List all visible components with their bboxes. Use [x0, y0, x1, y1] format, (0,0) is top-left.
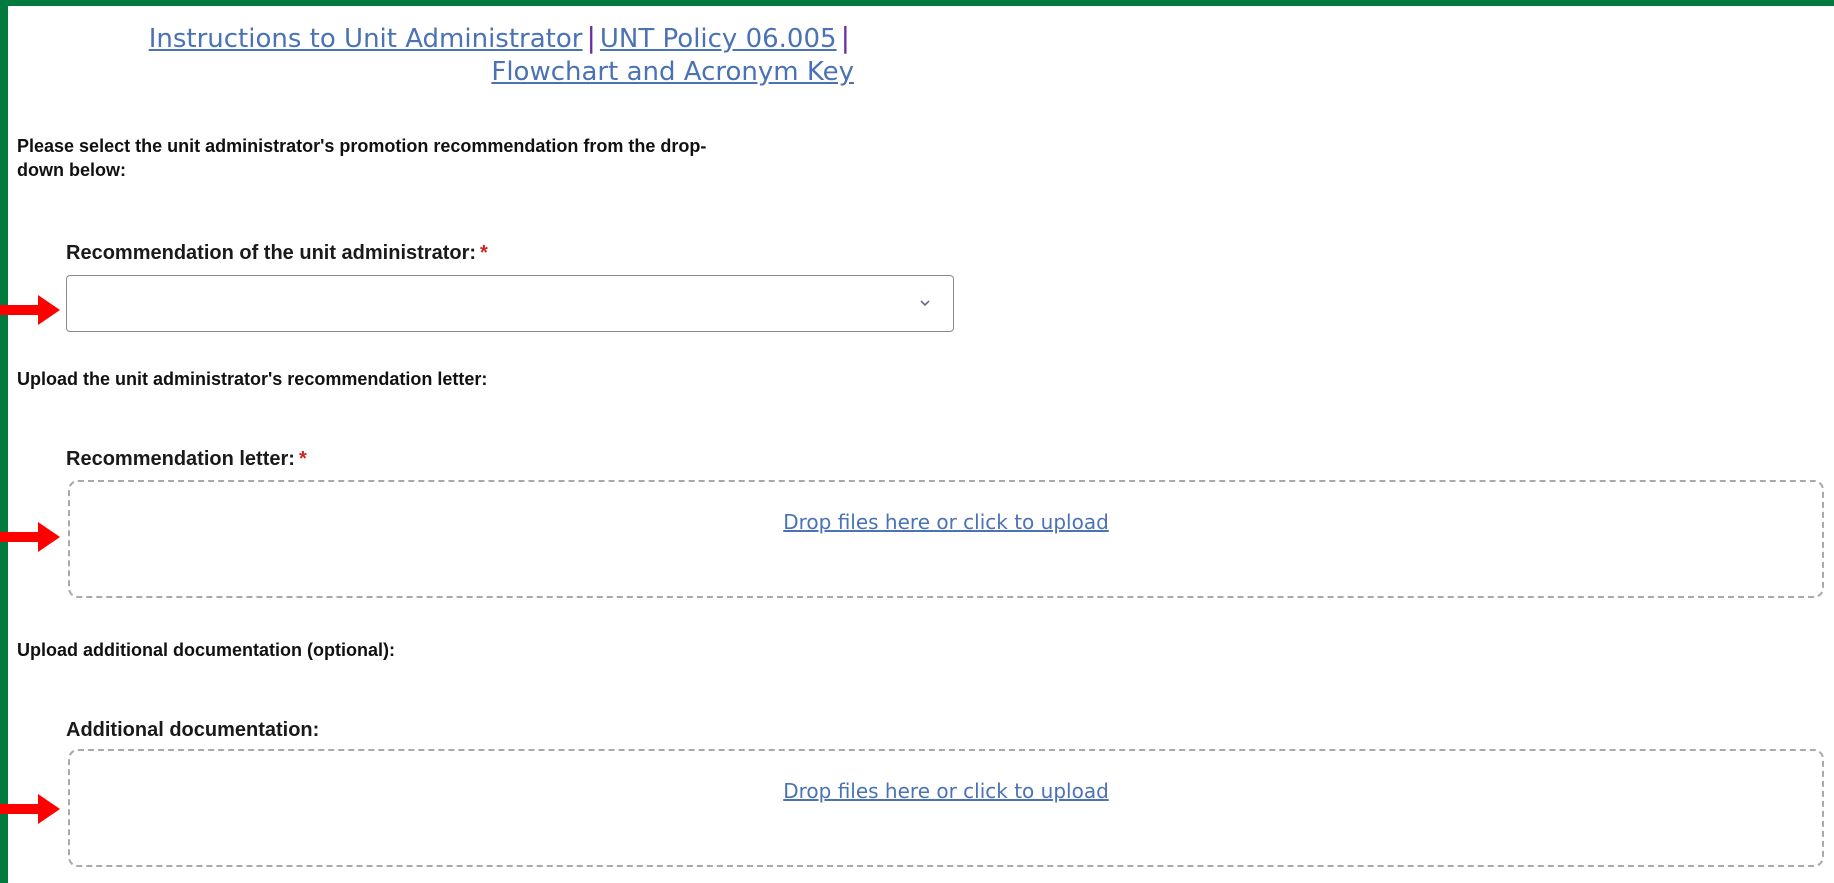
- additional-upload-link[interactable]: Drop files here or click to upload: [70, 779, 1822, 803]
- letter-label: Recommendation letter: *: [66, 448, 307, 471]
- link-flowchart[interactable]: Flowchart and Acronym Key: [491, 57, 854, 87]
- red-arrow-icon: [0, 522, 60, 552]
- link-policy[interactable]: UNT Policy 06.005: [600, 24, 837, 54]
- link-separator: |: [586, 21, 596, 54]
- link-instructions[interactable]: Instructions to Unit Administrator: [149, 24, 583, 54]
- letter-upload-link[interactable]: Drop files here or click to upload: [70, 510, 1822, 534]
- required-marker: *: [298, 448, 307, 470]
- recommendation-label-text: Recommendation of the unit administrator…: [66, 242, 477, 264]
- additional-label: Additional documentation:: [66, 719, 319, 742]
- required-marker: *: [480, 242, 488, 264]
- recommendation-label: Recommendation of the unit administrator…: [66, 242, 488, 265]
- letter-dropzone[interactable]: Drop files here or click to upload: [68, 480, 1824, 598]
- red-arrow-icon: [0, 794, 60, 824]
- recommendation-instruction: Please select the unit administrator's p…: [17, 136, 707, 180]
- letter-instruction: Upload the unit administrator's recommen…: [17, 369, 488, 389]
- additional-instruction: Upload additional documentation (optiona…: [17, 640, 395, 660]
- header-links-line2: Flowchart and Acronym Key: [134, 56, 854, 89]
- header-links: Instructions to Unit Administrator | UNT P…: [134, 21, 854, 89]
- form-panel: Instructions to Unit Administrator | UNT P…: [8, 6, 1834, 883]
- letter-label-text: Recommendation letter:: [66, 448, 295, 470]
- recommendation-select[interactable]: [66, 275, 954, 332]
- additional-label-text: Additional documentation:: [66, 719, 320, 741]
- additional-dropzone[interactable]: Drop files here or click to upload: [68, 749, 1824, 867]
- link-separator: |: [840, 21, 850, 54]
- chevron-down-icon: [915, 293, 935, 313]
- red-arrow-icon: [0, 295, 60, 325]
